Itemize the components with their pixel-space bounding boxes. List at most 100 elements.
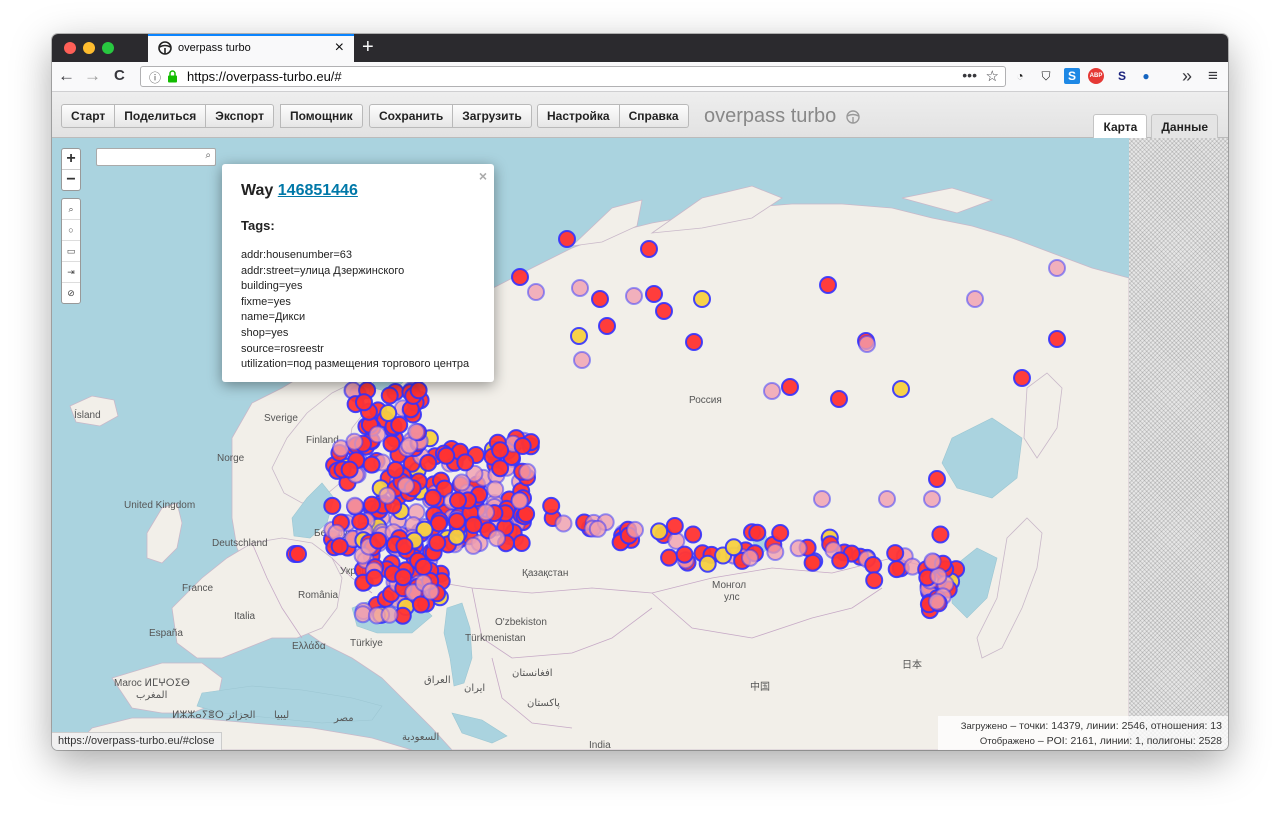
poi-marker[interactable] xyxy=(456,453,475,472)
poi-marker[interactable] xyxy=(491,459,510,478)
poi-marker[interactable] xyxy=(289,545,307,563)
info-icon[interactable]: ⓘ xyxy=(149,69,161,86)
extension-drop-icon[interactable]: ◔ xyxy=(1012,68,1028,84)
poi-marker[interactable] xyxy=(452,473,471,492)
browser-tab[interactable]: overpass turbo × xyxy=(148,34,354,62)
poi-marker[interactable] xyxy=(626,520,644,539)
poi-marker[interactable] xyxy=(625,287,643,305)
poi-marker[interactable] xyxy=(542,496,561,515)
overflow-menu-icon[interactable]: » xyxy=(1182,66,1192,86)
poi-marker[interactable] xyxy=(380,605,399,624)
poi-marker[interactable] xyxy=(878,490,896,508)
poi-marker[interactable] xyxy=(685,333,703,351)
poi-marker[interactable] xyxy=(588,519,607,538)
share-button[interactable]: Поделиться xyxy=(115,104,207,128)
poi-marker[interactable] xyxy=(323,496,342,515)
poi-marker[interactable] xyxy=(511,268,529,286)
settings-button[interactable]: Настройка xyxy=(537,104,620,128)
poi-marker[interactable] xyxy=(927,592,946,611)
poi-marker[interactable] xyxy=(892,380,910,398)
poi-marker[interactable] xyxy=(684,525,703,544)
map-search-input[interactable]: ⌕ xyxy=(96,148,216,166)
poi-marker[interactable] xyxy=(923,552,942,571)
poi-marker[interactable] xyxy=(380,386,399,405)
poi-marker[interactable] xyxy=(365,568,384,587)
poi-marker[interactable] xyxy=(330,537,349,556)
search-location-icon[interactable]: ⌕ xyxy=(62,199,80,219)
poi-marker[interactable] xyxy=(447,512,466,531)
poi-marker[interactable] xyxy=(675,545,694,564)
poi-marker[interactable] xyxy=(491,441,510,460)
poi-marker[interactable] xyxy=(428,533,447,552)
zoom-in-button[interactable]: + xyxy=(62,149,80,169)
reload-icon[interactable]: C xyxy=(114,66,125,86)
poi-marker[interactable] xyxy=(512,534,531,552)
extension-shield-icon[interactable]: ⛉ xyxy=(1038,68,1054,84)
poi-marker[interactable] xyxy=(378,486,397,505)
poi-marker[interactable] xyxy=(570,327,588,345)
hamburger-menu-icon[interactable]: ≡ xyxy=(1208,66,1218,86)
poi-marker[interactable] xyxy=(598,317,616,335)
popup-close-icon[interactable]: × xyxy=(479,168,487,184)
tab-map[interactable]: Карта xyxy=(1093,114,1148,138)
zoom-out-button[interactable]: − xyxy=(62,169,80,190)
poi-marker[interactable] xyxy=(766,543,785,561)
poi-marker[interactable] xyxy=(421,582,440,601)
poi-marker[interactable] xyxy=(1048,330,1066,348)
poi-marker[interactable] xyxy=(928,470,946,488)
poi-marker[interactable] xyxy=(819,276,837,294)
poi-marker[interactable] xyxy=(345,496,364,515)
poi-marker[interactable] xyxy=(488,529,506,548)
poi-marker[interactable] xyxy=(803,553,822,572)
poi-marker[interactable] xyxy=(864,556,883,574)
poi-marker[interactable] xyxy=(409,381,428,400)
poi-marker[interactable] xyxy=(362,495,381,514)
load-button[interactable]: Загрузить xyxy=(453,104,532,128)
popup-feature-id-link[interactable]: 146851446 xyxy=(278,182,358,199)
minimize-window-button[interactable] xyxy=(83,42,95,54)
poi-marker[interactable] xyxy=(368,425,387,444)
poi-marker[interactable] xyxy=(660,548,679,567)
poi-marker[interactable] xyxy=(464,536,483,555)
poi-marker[interactable] xyxy=(931,525,950,544)
poi-marker[interactable] xyxy=(591,290,609,308)
back-arrow-icon[interactable]: ← xyxy=(58,66,75,86)
url-text[interactable]: https://overpass-turbo.eu/# xyxy=(187,69,342,84)
fit-data-icon[interactable]: ⇥ xyxy=(62,261,80,282)
poi-marker[interactable] xyxy=(510,491,529,510)
poi-marker[interactable] xyxy=(571,279,589,297)
wizard-button[interactable]: Помощник xyxy=(280,104,363,128)
poi-marker[interactable] xyxy=(382,434,401,453)
poi-marker[interactable] xyxy=(929,567,948,586)
poi-marker[interactable] xyxy=(423,488,442,507)
poi-marker[interactable] xyxy=(923,490,941,508)
poi-marker[interactable] xyxy=(763,382,781,400)
poi-marker[interactable] xyxy=(813,490,831,508)
maximize-window-button[interactable] xyxy=(102,42,114,54)
poi-marker[interactable] xyxy=(865,571,884,590)
poi-marker[interactable] xyxy=(407,422,426,441)
new-tab-button[interactable]: + xyxy=(362,36,374,58)
map-view[interactable]: Ísland Sverige Norge Finland United King… xyxy=(52,138,1129,750)
poi-marker[interactable] xyxy=(513,437,532,455)
poi-marker[interactable] xyxy=(831,551,850,570)
poi-marker[interactable] xyxy=(477,503,495,522)
poi-marker[interactable] xyxy=(437,446,456,465)
poi-marker[interactable] xyxy=(640,240,658,258)
poi-marker[interactable] xyxy=(1013,369,1031,387)
poi-marker[interactable] xyxy=(830,390,848,408)
poi-marker[interactable] xyxy=(558,230,576,248)
select-area-icon[interactable]: ▭ xyxy=(62,240,80,261)
extension-s-blue-icon[interactable]: S xyxy=(1064,68,1080,84)
poi-marker[interactable] xyxy=(395,537,414,556)
poi-marker[interactable] xyxy=(386,460,405,479)
poi-marker[interactable] xyxy=(771,524,790,542)
close-window-button[interactable] xyxy=(64,42,76,54)
poi-marker[interactable] xyxy=(447,527,466,546)
poi-marker[interactable] xyxy=(362,455,381,474)
poi-marker[interactable] xyxy=(527,283,545,301)
poi-marker[interactable] xyxy=(414,557,433,576)
poi-marker[interactable] xyxy=(665,517,684,535)
tab-close-icon[interactable]: × xyxy=(335,39,344,57)
poi-marker[interactable] xyxy=(781,378,799,396)
